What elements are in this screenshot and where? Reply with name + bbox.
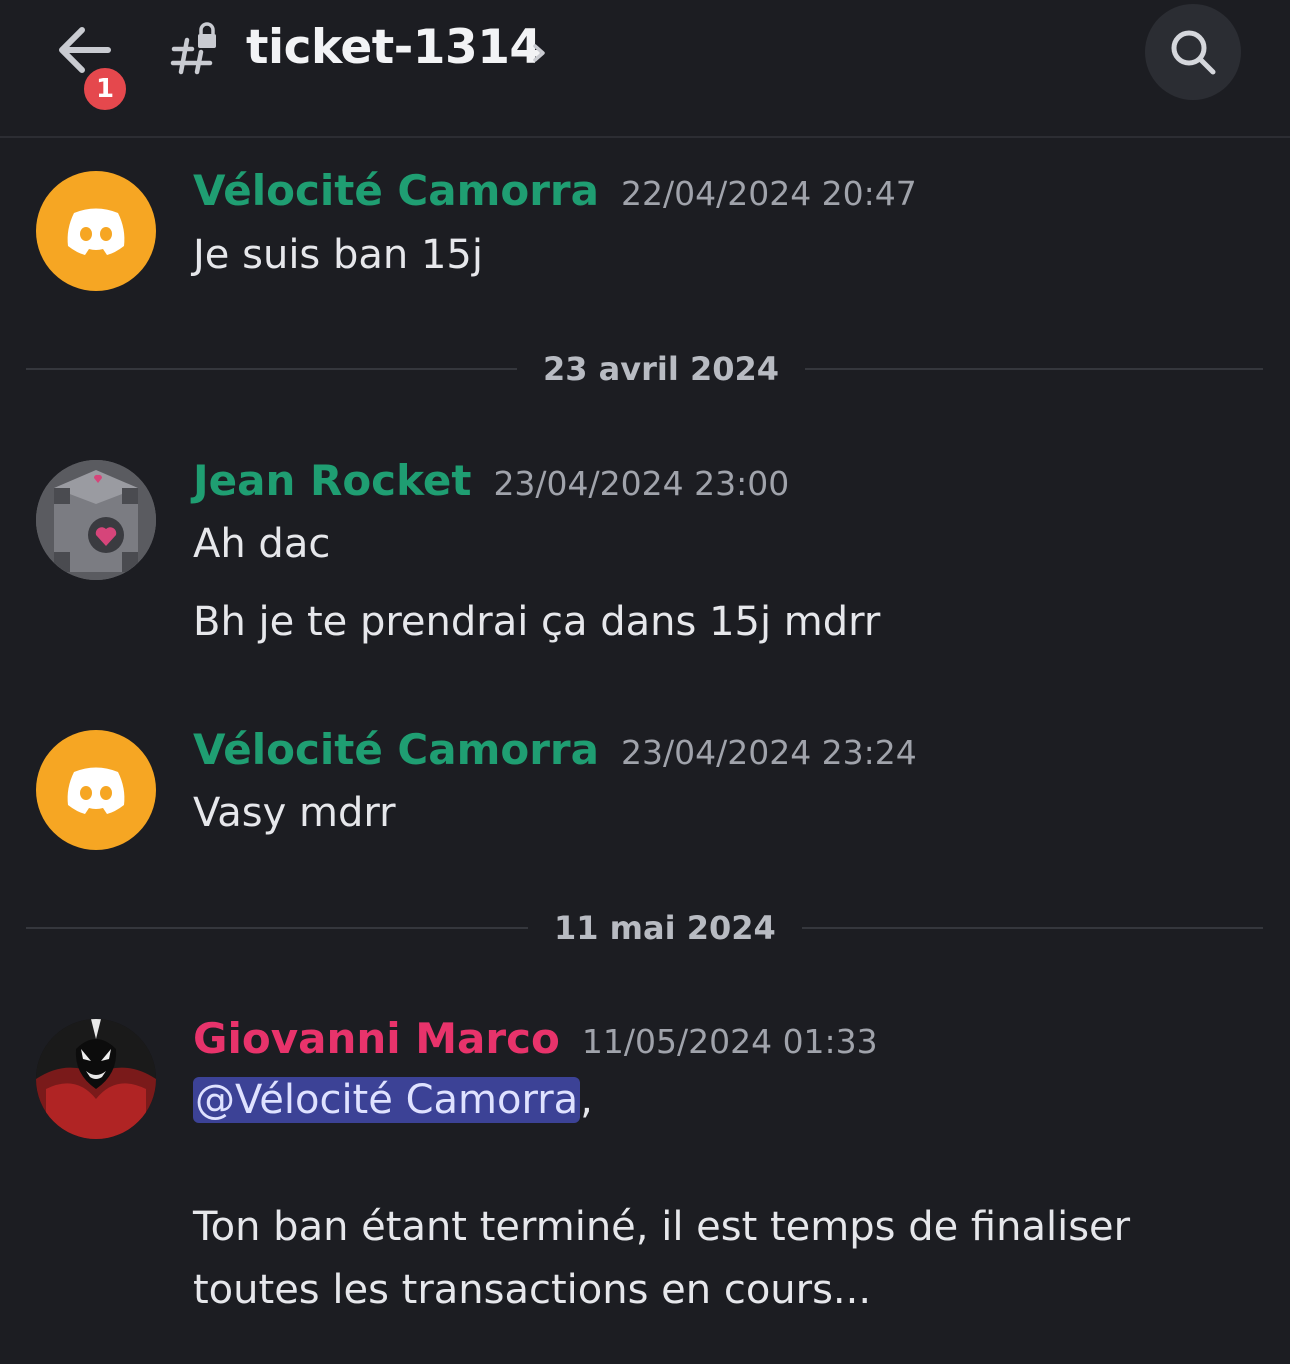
message-author[interactable]: Giovanni Marco 11/05/2024 01:33 [193,1014,878,1063]
message-timestamp: 11/05/2024 01:33 [581,1022,878,1061]
message-author[interactable]: Jean Rocket 23/04/2024 23:00 [193,456,789,505]
message-timestamp: 23/04/2024 23:00 [493,464,790,503]
message-timestamp: 23/04/2024 23:24 [620,733,917,772]
message-text: Vasy mdrr [193,790,396,836]
mention-suffix: , [580,1077,593,1123]
message-text: Je suis ban 15j [193,232,483,278]
message-text: Ton ban étant terminé, il est temps de f… [193,1204,1131,1250]
discord-logo-icon [67,767,125,814]
avatar[interactable] [36,1019,156,1139]
message-mention-line: @Vélocité Camorra, [193,1077,593,1123]
avatar[interactable] [36,730,156,850]
author-name[interactable]: Giovanni Marco [193,1014,560,1063]
user-mention[interactable]: @Vélocité Camorra [193,1077,581,1123]
message-text: Ah dac [193,521,331,567]
channel-header: 1 ticket-1314 [0,0,1290,138]
author-name[interactable]: Vélocité Camorra [193,725,599,774]
unread-badge: 1 [81,65,129,113]
search-button[interactable] [1145,4,1241,100]
avatar[interactable] [36,460,156,580]
message-text: toutes les transactions en cours... [193,1267,872,1313]
message-author[interactable]: Vélocité Camorra 22/04/2024 20:47 [193,166,917,215]
date-divider-label: 11 mai 2024 [528,909,802,947]
chevron-right-icon[interactable] [528,38,550,68]
discord-logo-icon [67,208,125,255]
locked-channel-hash-icon [170,22,216,75]
channel-title[interactable]: ticket-1314 [246,20,542,75]
message-author[interactable]: Vélocité Camorra 23/04/2024 23:24 [193,725,917,774]
venom-avatar [36,1019,156,1139]
date-divider-label: 23 avril 2024 [517,350,806,388]
author-name[interactable]: Vélocité Camorra [193,166,599,215]
companion-cube-avatar [36,460,156,580]
avatar[interactable] [36,171,156,291]
message-timestamp: 22/04/2024 20:47 [620,174,917,213]
author-name[interactable]: Jean Rocket [193,456,471,505]
search-icon [1171,30,1216,75]
message-text: Bh je te prendrai ça dans 15j mdrr [193,599,881,645]
